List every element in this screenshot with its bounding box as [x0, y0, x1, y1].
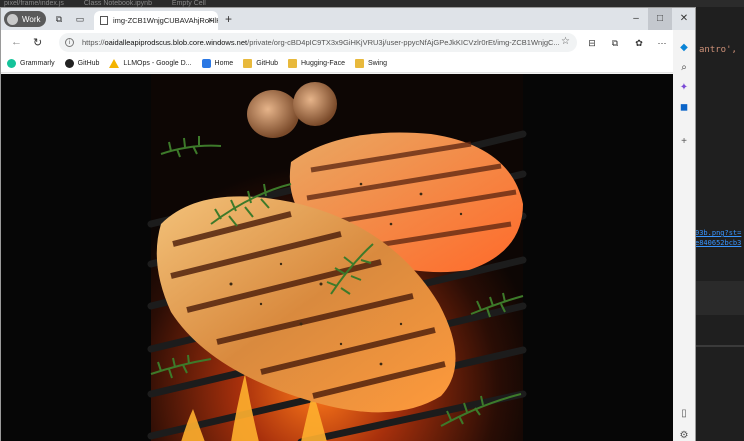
bookmark-label: Swing [367, 60, 388, 67]
page-content [1, 74, 673, 441]
refresh-icon[interactable]: ↻ [33, 36, 42, 49]
title-bar: Work ⧉ ▭ img-ZCB1WnjgCUBAVAhjRoHlH × + –… [1, 8, 695, 30]
profile-label: Work [22, 14, 41, 24]
bookmark-label: Home [214, 60, 234, 67]
url-path: /private/org-cBD4pIC9TX3x9GiHKjVRU3j/use… [247, 38, 560, 47]
bookmark-folder-swing[interactable]: Swing [354, 59, 388, 68]
bookmark-label: Grammarly [20, 60, 55, 67]
bookmark-folder-github[interactable]: GitHub [243, 59, 278, 68]
google-drive-icon [109, 59, 120, 68]
bookmark-grammarly[interactable]: Grammarly [7, 59, 55, 68]
tab-close-icon[interactable]: × [208, 15, 213, 25]
copilot-sidebar-icon[interactable]: ◆ [678, 42, 690, 54]
background-tab-3: Empty Cell [171, 0, 206, 7]
grammarly-icon [7, 59, 16, 68]
background-link-2[interactable]: e840652bcb3 [695, 239, 741, 247]
folder-icon [354, 59, 364, 68]
background-panel [695, 281, 744, 315]
page-icon [100, 16, 108, 25]
split-screen-icon[interactable]: ⊟ [586, 37, 598, 49]
bookmark-label: GitHub [256, 60, 278, 67]
background-tab-2: Class Notebook.ipynb [83, 0, 152, 7]
extensions-icon[interactable]: ✿ [633, 37, 645, 49]
workspaces-icon[interactable]: ⧉ [53, 13, 65, 25]
sidebar-toggle-icon[interactable]: ▯ [678, 408, 690, 420]
address-bar[interactable]: i https:// oaidalleapiprodscus.blob.core… [59, 33, 577, 52]
address-bar-row: ← ↻ i https:// oaidalleapiprodscus.blob.… [1, 30, 695, 55]
add-sidebar-app-icon[interactable]: + [678, 136, 690, 148]
games-icon[interactable]: ✦ [678, 82, 690, 94]
github-icon [64, 59, 74, 68]
bookmark-llmops[interactable]: LLMOps - Google D... [109, 59, 192, 68]
maximize-button[interactable]: □ [648, 8, 672, 30]
bookmark-label: LLMOps - Google D... [123, 60, 192, 67]
collections-icon[interactable]: ⧉ [609, 37, 621, 49]
folder-icon [288, 59, 297, 68]
tab-title: img-ZCB1WnjgCUBAVAhjRoHlH [113, 16, 218, 25]
garlic-clove [293, 82, 337, 126]
url-host: oaidalleapiprodscus.blob.core.windows.ne… [104, 38, 248, 47]
browser-window: Work ⧉ ▭ img-ZCB1WnjgCUBAVAhjRoHlH × + –… [0, 7, 696, 441]
bookmark-label: GitHub [77, 60, 100, 67]
background-link-1[interactable]: 03b.png?st= [695, 229, 741, 237]
home-icon [201, 59, 211, 68]
site-info-icon[interactable]: i [65, 38, 74, 47]
outlook-icon[interactable]: ◼ [678, 102, 690, 114]
garlic-clove [247, 90, 299, 138]
tab-actions-icon[interactable]: ▭ [74, 13, 86, 25]
minimize-button[interactable]: – [624, 8, 648, 30]
back-icon[interactable]: ← [11, 36, 22, 48]
edge-sidebar: ◆ ⌕ ✦ ◼ + ▯ ⚙ [673, 30, 695, 441]
search-icon[interactable]: ⌕ [678, 62, 690, 74]
folder-icon [243, 59, 253, 68]
bookmarks-bar: Grammarly GitHub LLMOps - Google D... Ho… [1, 55, 695, 73]
bookmark-label: Hugging-Face [301, 60, 345, 67]
more-menu-icon[interactable]: ⋯ [656, 37, 668, 49]
background-tab-1: pixel/frame/index.js [4, 0, 64, 7]
background-code-line: antro', 'Lime [699, 45, 744, 55]
bookmark-home[interactable]: Home [201, 59, 234, 68]
new-tab-button[interactable]: + [225, 12, 232, 26]
favorite-star-icon[interactable]: ☆ [561, 36, 570, 47]
bookmark-github[interactable]: GitHub [64, 59, 100, 68]
profile-button[interactable]: Work [4, 11, 46, 27]
close-button[interactable]: ✕ [672, 8, 696, 30]
url-prefix: https:// [82, 38, 105, 47]
bookmark-folder-hugging-face[interactable]: Hugging-Face [288, 59, 345, 68]
avatar [7, 13, 18, 25]
background-divider [695, 345, 744, 347]
generated-image[interactable] [1, 74, 673, 441]
tab-image[interactable]: img-ZCB1WnjgCUBAVAhjRoHlH × [94, 11, 218, 30]
background-tab-strip: pixel/frame/index.js Class Notebook.ipyn… [0, 0, 744, 7]
settings-gear-icon[interactable]: ⚙ [678, 430, 690, 441]
background-code-editor: antro', 'Lime 03b.png?st= e840652bcb3 [695, 7, 744, 441]
